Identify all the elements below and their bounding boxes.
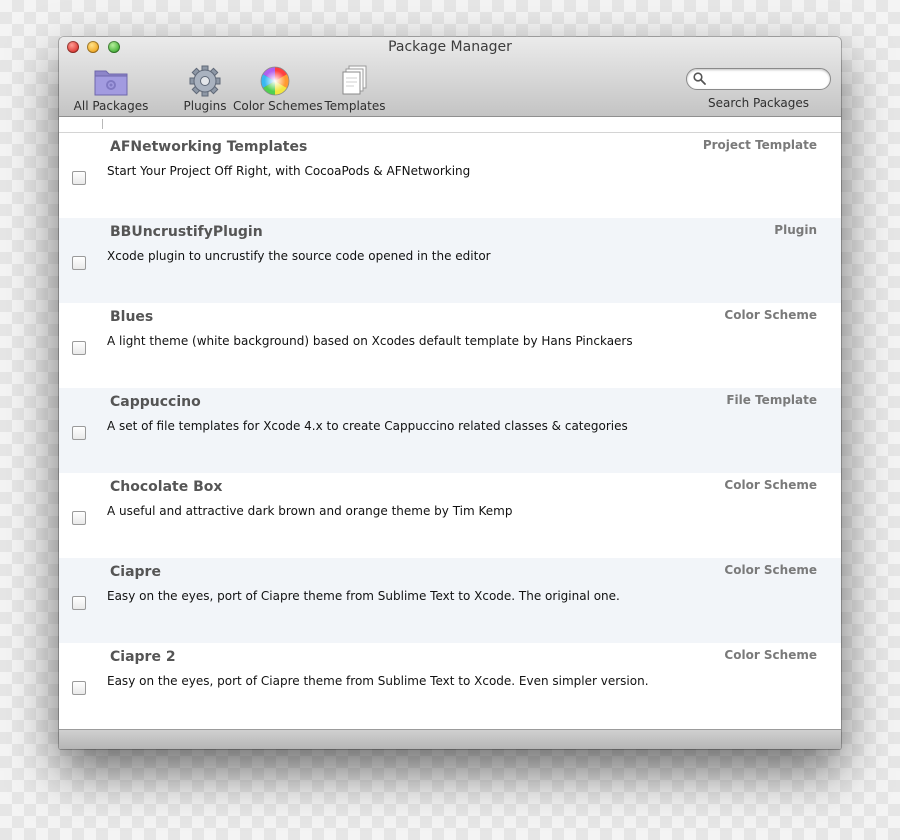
package-row[interactable]: AFNetworking Templates Start Your Projec…: [59, 133, 841, 218]
package-row[interactable]: Chocolate Box A useful and attractive da…: [59, 473, 841, 558]
package-description: A light theme (white background) based o…: [107, 334, 633, 348]
package-name: Chocolate Box: [110, 479, 223, 495]
package-name: AFNetworking Templates: [110, 139, 308, 155]
install-checkbox[interactable]: [72, 256, 86, 270]
package-type: Project Template: [702, 138, 817, 152]
install-checkbox[interactable]: [72, 681, 86, 695]
package-row[interactable]: BBUncrustifyPlugin Xcode plugin to uncru…: [59, 218, 841, 303]
package-name: BBUncrustifyPlugin: [110, 224, 263, 240]
toolbar: Package Manager All Packages Plugins Col…: [59, 37, 841, 117]
package-description: Start Your Project Off Right, with Cocoa…: [107, 164, 471, 178]
package-type: Color Scheme: [724, 308, 817, 322]
window-title: Package Manager: [388, 39, 512, 55]
package-type: Color Scheme: [724, 563, 817, 577]
window-bottom-bar: [59, 729, 841, 749]
toolbar-item-templates[interactable]: Templates: [323, 65, 387, 113]
package-description: Easy on the eyes, port of Ciapre theme f…: [107, 674, 649, 688]
package-name: Cappuccino: [110, 394, 201, 410]
search-field[interactable]: [686, 68, 831, 90]
toolbar-item-all-packages[interactable]: All Packages: [67, 65, 155, 113]
package-name: Ciapre: [110, 564, 161, 580]
folder-icon: [67, 65, 155, 97]
package-description: Easy on the eyes, port of Ciapre theme f…: [107, 589, 620, 603]
package-description: Xcode plugin to uncrustify the source co…: [107, 249, 491, 263]
install-checkbox[interactable]: [72, 341, 86, 355]
install-checkbox[interactable]: [72, 596, 86, 610]
package-type: File Template: [726, 393, 817, 407]
search-input[interactable]: [709, 70, 825, 88]
toolbar-label-plugins: Plugins: [183, 99, 227, 113]
gear-icon: [175, 65, 235, 97]
toolbar-label-templates: Templates: [324, 99, 386, 113]
color-wheel-icon: [233, 65, 317, 97]
install-checkbox[interactable]: [72, 171, 86, 185]
package-type: Plugin: [774, 223, 817, 237]
package-list: AFNetworking Templates Start Your Projec…: [59, 133, 841, 729]
toolbar-item-color-schemes[interactable]: Color Schemes: [233, 65, 323, 113]
document-stack-icon: [323, 65, 387, 97]
package-name: Ciapre 2: [110, 649, 176, 665]
package-row[interactable]: Cappuccino A set of file templates for X…: [59, 388, 841, 473]
toolbar-label-all-packages: All Packages: [73, 99, 149, 113]
package-row[interactable]: Ciapre 2 Easy on the eyes, port of Ciapr…: [59, 643, 841, 728]
package-type: Color Scheme: [724, 478, 817, 492]
package-name: Blues: [110, 309, 154, 325]
list-header: [59, 117, 841, 133]
install-checkbox[interactable]: [72, 426, 86, 440]
toolbar-label-color-schemes: Color Schemes: [233, 99, 323, 113]
search-label: Search Packages: [707, 96, 810, 110]
toolbar-item-plugins[interactable]: Plugins: [175, 65, 235, 113]
package-row[interactable]: Blues A light theme (white background) b…: [59, 303, 841, 388]
package-type: Color Scheme: [724, 648, 817, 662]
package-manager-window: Package Manager All Packages Plugins Col…: [59, 37, 841, 749]
package-description: A useful and attractive dark brown and o…: [107, 504, 513, 518]
install-checkbox[interactable]: [72, 511, 86, 525]
package-row[interactable]: Ciapre Easy on the eyes, port of Ciapre …: [59, 558, 841, 643]
column-divider[interactable]: [102, 119, 103, 129]
package-description: A set of file templates for Xcode 4.x to…: [107, 419, 628, 433]
